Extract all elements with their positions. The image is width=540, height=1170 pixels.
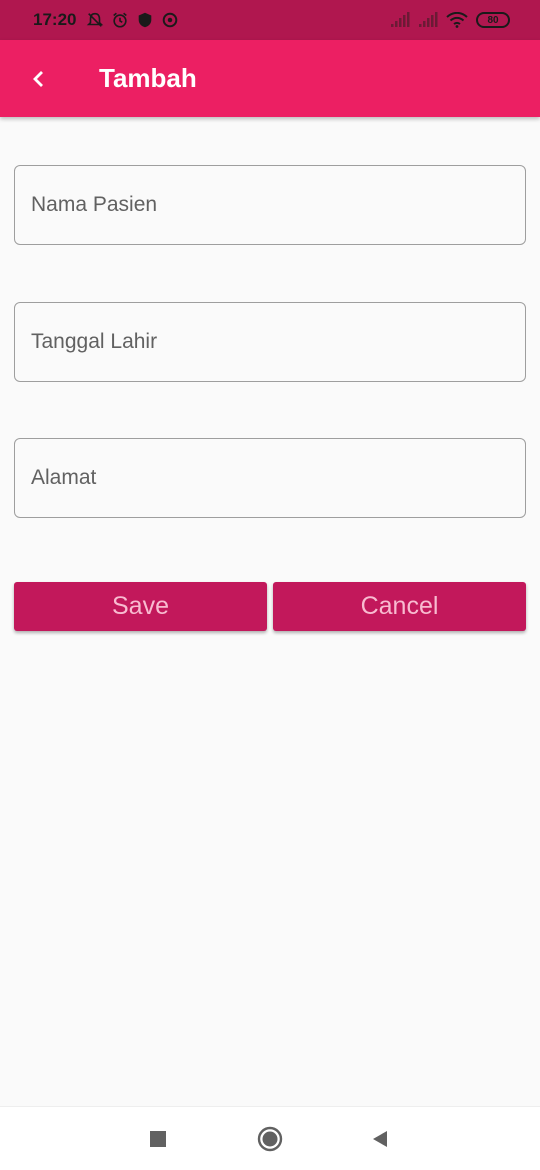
recents-square-icon [150, 1131, 166, 1147]
notifications-off-icon [87, 12, 104, 27]
alamat-field[interactable] [14, 438, 526, 518]
status-icons-left [86, 11, 179, 29]
page-title: Tambah [99, 63, 197, 93]
home-button[interactable] [257, 1126, 283, 1152]
back-triangle-icon [373, 1131, 387, 1147]
signal-icon [419, 12, 438, 27]
system-nav-bar [0, 1106, 540, 1170]
chevron-left-icon [33, 70, 43, 87]
back-button[interactable] [14, 54, 64, 104]
status-icons-right: 80 [390, 12, 510, 28]
back-nav-button[interactable] [370, 1129, 390, 1149]
nama-pasien-field[interactable] [14, 165, 526, 245]
cancel-button[interactable]: Cancel [273, 582, 526, 631]
alamat-input[interactable] [31, 466, 525, 490]
recents-button[interactable] [148, 1129, 168, 1149]
status-bar: 17:20 80 [0, 0, 540, 40]
battery-icon: 80 [476, 12, 510, 28]
tanggal-lahir-field[interactable] [14, 302, 526, 382]
nama-pasien-input[interactable] [31, 193, 525, 217]
alarm-icon [113, 12, 128, 28]
save-button[interactable]: Save [14, 582, 267, 631]
tanggal-lahir-input[interactable] [31, 330, 525, 354]
location-icon [163, 12, 178, 28]
signal-icon [391, 12, 410, 27]
battery-level: 80 [487, 14, 499, 26]
wifi-icon [446, 12, 468, 28]
home-circle-icon [257, 1126, 283, 1152]
status-time: 17:20 [33, 10, 77, 29]
shield-icon [139, 12, 152, 28]
app-bar: Tambah [0, 40, 540, 117]
